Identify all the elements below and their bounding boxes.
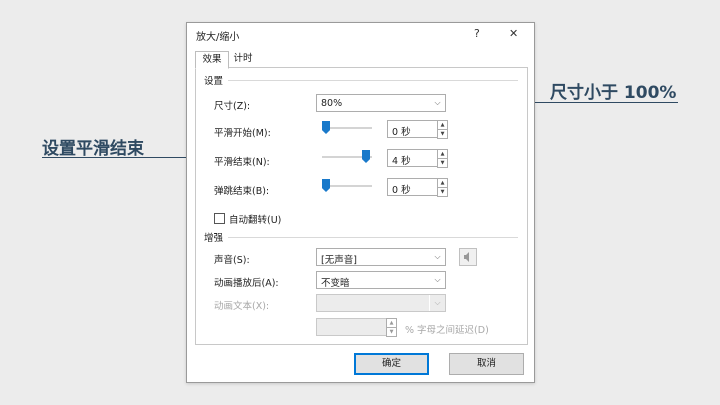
sound-combobox[interactable]: [无声音] ⌵ bbox=[316, 248, 446, 266]
ok-button[interactable]: 确定 bbox=[354, 353, 429, 375]
after-animation-value: 不变暗 bbox=[321, 278, 350, 289]
smooth-start-slider[interactable] bbox=[322, 121, 372, 135]
enhance-section-divider bbox=[228, 237, 518, 238]
settings-section-divider bbox=[228, 80, 518, 81]
slider-thumb[interactable] bbox=[322, 121, 330, 134]
smooth-end-spinner[interactable]: 4 秒 ▲ ▼ bbox=[387, 149, 448, 168]
spin-down-icon[interactable]: ▼ bbox=[437, 158, 448, 168]
bounce-end-spinner[interactable]: 0 秒 ▲ ▼ bbox=[387, 178, 448, 197]
spin-down-icon: ▼ bbox=[386, 327, 397, 337]
bounce-end-value: 0 秒 bbox=[392, 185, 411, 196]
dialog-title: 放大/缩小 bbox=[196, 32, 240, 43]
size-value: 80% bbox=[321, 98, 343, 109]
smooth-start-label: 平滑开始(M): bbox=[214, 128, 271, 139]
after-animation-combobox[interactable]: 不变暗 ⌵ bbox=[316, 271, 446, 289]
chevron-down-icon[interactable]: ⌵ bbox=[429, 249, 445, 265]
slider-thumb[interactable] bbox=[322, 179, 330, 192]
settings-section-title: 设置 bbox=[204, 76, 224, 87]
tab-timing[interactable]: 计时 bbox=[229, 51, 257, 67]
zoom-effect-dialog: 放大/缩小 ? ✕ 效果 计时 设置 尺寸(Z): 80% ⌵ 平滑开始(M):… bbox=[186, 22, 535, 383]
smooth-start-spinner[interactable]: 0 秒 ▲ ▼ bbox=[387, 120, 448, 139]
title-bar: 放大/缩小 ? ✕ bbox=[187, 23, 534, 47]
speaker-icon bbox=[464, 252, 469, 262]
letter-delay-spinner: ▲ ▼ bbox=[316, 318, 397, 337]
animate-text-combobox: ⌵ bbox=[316, 294, 446, 312]
chevron-down-icon[interactable]: ⌵ bbox=[429, 272, 445, 288]
effect-panel: 设置 尺寸(Z): 80% ⌵ 平滑开始(M): 0 秒 ▲ ▼ 平滑结束(N):… bbox=[195, 67, 528, 345]
smooth-end-slider[interactable] bbox=[322, 150, 372, 164]
smooth-end-label: 平滑结束(N): bbox=[214, 157, 270, 168]
size-combobox[interactable]: 80% ⌵ bbox=[316, 94, 446, 112]
auto-reverse-checkbox[interactable] bbox=[214, 213, 225, 224]
close-button[interactable]: ✕ bbox=[509, 27, 518, 40]
annotation-size-note: 尺寸小于 100% bbox=[550, 83, 677, 103]
after-animation-label: 动画播放后(A): bbox=[214, 278, 279, 289]
letter-delay-label: % 字母之间延迟(D) bbox=[405, 325, 489, 336]
chevron-down-icon: ⌵ bbox=[429, 295, 445, 311]
chevron-down-icon[interactable]: ⌵ bbox=[429, 95, 445, 111]
spin-down-icon[interactable]: ▼ bbox=[437, 129, 448, 139]
bounce-end-label: 弹跳结束(B): bbox=[214, 186, 270, 197]
bounce-end-slider[interactable] bbox=[322, 179, 372, 193]
enhance-section-title: 增强 bbox=[204, 233, 224, 244]
speaker-icon-button[interactable] bbox=[459, 248, 477, 266]
tab-effect[interactable]: 效果 bbox=[195, 51, 229, 69]
sound-value: [无声音] bbox=[321, 255, 357, 266]
cancel-button[interactable]: 取消 bbox=[449, 353, 524, 375]
spin-down-icon[interactable]: ▼ bbox=[437, 187, 448, 197]
animate-text-label: 动画文本(X): bbox=[214, 301, 270, 312]
size-label: 尺寸(Z): bbox=[214, 101, 251, 112]
sound-label: 声音(S): bbox=[214, 255, 250, 266]
auto-reverse-label[interactable]: 自动翻转(U) bbox=[229, 212, 281, 226]
smooth-start-value: 0 秒 bbox=[392, 127, 411, 138]
smooth-end-value: 4 秒 bbox=[392, 156, 411, 167]
annotation-smooth-end-note: 设置平滑结束 bbox=[42, 139, 144, 159]
slider-thumb[interactable] bbox=[362, 150, 370, 163]
help-button[interactable]: ? bbox=[474, 27, 480, 40]
